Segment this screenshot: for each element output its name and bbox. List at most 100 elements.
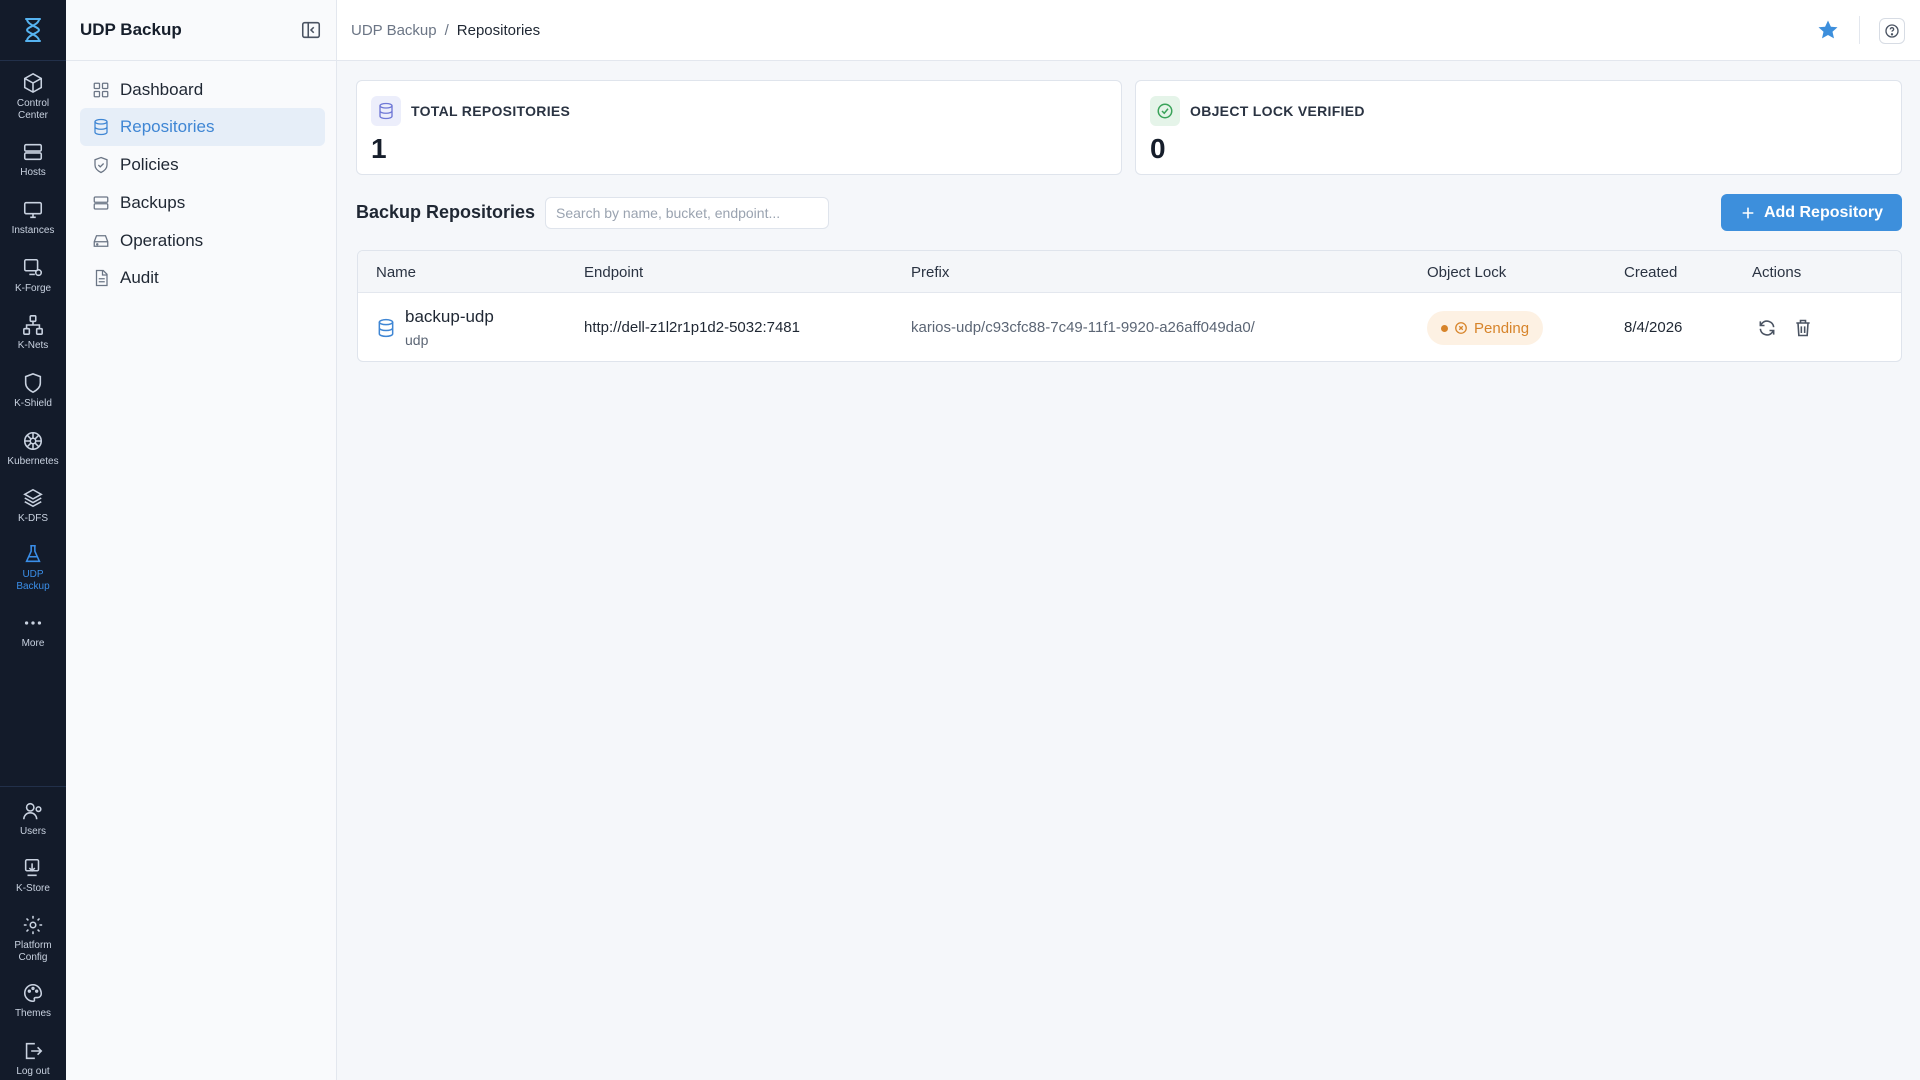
store-icon bbox=[24, 858, 40, 877]
search-input[interactable] bbox=[545, 197, 829, 229]
sidebar: UDP Backup Dashboard Repositories Polici… bbox=[66, 0, 337, 1080]
column-header-created[interactable]: Created bbox=[1624, 264, 1677, 281]
sidebar-item-repositories[interactable]: Repositories bbox=[80, 108, 325, 146]
breadcrumb-parent[interactable]: UDP Backup bbox=[351, 22, 437, 39]
topbar-divider bbox=[1859, 16, 1860, 44]
rail-label: K-Forge bbox=[14, 283, 52, 294]
repository-created: 8/4/2026 bbox=[1624, 319, 1683, 336]
hourglass-logo-icon bbox=[25, 18, 41, 42]
star-icon[interactable] bbox=[1816, 18, 1840, 42]
rail-label: Kubernetes bbox=[7, 456, 59, 467]
rail-item-instances[interactable]: Instances bbox=[0, 199, 66, 237]
rail-divider bbox=[0, 786, 66, 787]
card-label: TOTAL REPOSITORIES bbox=[411, 103, 571, 119]
rail-label: Instances bbox=[11, 225, 55, 236]
repository-bucket: udp bbox=[405, 332, 429, 348]
status-label: Pending bbox=[1474, 319, 1530, 337]
rail-item-users[interactable]: Users bbox=[0, 800, 66, 838]
users-icon bbox=[23, 802, 42, 820]
add-repository-button[interactable]: Add Repository bbox=[1721, 194, 1902, 231]
sidebar-item-label: Policies bbox=[120, 155, 179, 174]
column-header-prefix[interactable]: Prefix bbox=[911, 264, 949, 281]
breadcrumb-separator: / bbox=[444, 22, 449, 39]
repository-endpoint: http://dell-z1l2r1p1d2-5032:7481 bbox=[584, 319, 800, 336]
add-repository-label: Add Repository bbox=[1763, 203, 1884, 221]
rail-item-kubernetes[interactable]: Kubernetes bbox=[0, 430, 66, 468]
rail-label: K-DFS bbox=[18, 513, 48, 524]
sidebar-item-label: Audit bbox=[120, 268, 159, 287]
card-icon bbox=[1150, 96, 1180, 126]
help-icon bbox=[1885, 24, 1899, 38]
database-icon bbox=[378, 318, 394, 338]
app-logo[interactable] bbox=[0, 0, 66, 61]
helm-icon bbox=[23, 431, 43, 451]
object-lock-verified-card: OBJECT LOCK VERIFIED 0 bbox=[1135, 80, 1902, 175]
hard-drive-icon bbox=[93, 235, 109, 247]
rail-label: K-Nets bbox=[17, 340, 49, 351]
rail-item-log-out[interactable]: Log out bbox=[0, 1040, 66, 1078]
status-dot bbox=[1441, 324, 1448, 332]
sidebar-header: UDP Backup bbox=[66, 0, 337, 61]
sidebar-item-dashboard[interactable]: Dashboard bbox=[80, 71, 325, 109]
repositories-table: Name Endpoint Prefix Object Lock Created… bbox=[357, 250, 1902, 362]
object-lock-status-badge: Pending bbox=[1427, 311, 1544, 345]
sidebar-item-operations[interactable]: Operations bbox=[80, 222, 325, 260]
rail-label: K-Shield bbox=[14, 398, 52, 409]
forge-icon bbox=[23, 258, 43, 277]
rail-item-k-forge[interactable]: K-Forge bbox=[0, 257, 66, 295]
server-icon bbox=[93, 196, 109, 210]
rail-item-k-dfs[interactable]: K-DFS bbox=[0, 487, 66, 525]
sidebar-item-label: Operations bbox=[120, 231, 204, 250]
rail-item-k-store[interactable]: K-Store bbox=[0, 857, 66, 895]
card-value: 0 bbox=[1150, 133, 1166, 164]
rail-item-udp-backup[interactable]: UDP Backup bbox=[0, 543, 66, 593]
rail-item-k-nets[interactable]: K-Nets bbox=[0, 314, 66, 352]
rail-item-themes[interactable]: Themes bbox=[0, 982, 66, 1020]
card-value: 1 bbox=[371, 133, 387, 164]
top-bar: UDP Backup / Repositories bbox=[337, 0, 1920, 61]
shield-check-icon bbox=[94, 156, 108, 174]
flask-icon bbox=[25, 544, 41, 563]
refresh-icon[interactable] bbox=[1757, 318, 1777, 338]
rail-label: Hosts bbox=[20, 167, 46, 178]
section-title: Backup Repositories bbox=[356, 202, 536, 222]
dashboard-icon bbox=[93, 82, 109, 98]
column-header-name[interactable]: Name bbox=[376, 264, 416, 281]
sidebar-item-label: Dashboard bbox=[120, 80, 204, 99]
rail-item-control-center[interactable]: Control Center bbox=[0, 72, 66, 122]
sidebar-item-label: Backups bbox=[120, 193, 186, 212]
help-button[interactable] bbox=[1879, 18, 1905, 44]
plus-icon bbox=[1742, 207, 1754, 218]
check-circle-icon bbox=[1157, 103, 1173, 119]
trash-icon[interactable] bbox=[1793, 318, 1813, 338]
x-circle-icon bbox=[1455, 322, 1467, 334]
card-label: OBJECT LOCK VERIFIED bbox=[1190, 103, 1365, 119]
rail-label: Themes bbox=[14, 1008, 52, 1019]
more-icon bbox=[24, 621, 42, 625]
sidebar-item-policies[interactable]: Policies bbox=[80, 146, 325, 184]
column-header-endpoint[interactable]: Endpoint bbox=[584, 264, 643, 281]
palette-icon bbox=[24, 983, 43, 1003]
table-row[interactable]: backup-udp udp http://dell-z1l2r1p1d2-50… bbox=[358, 294, 1901, 361]
column-header-object-lock[interactable]: Object Lock bbox=[1427, 264, 1506, 281]
database-icon bbox=[94, 118, 108, 136]
repository-name[interactable]: backup-udp bbox=[405, 307, 494, 327]
app-rail: Control Center Hosts Instances K-Forge K… bbox=[0, 0, 66, 1080]
cube-icon bbox=[23, 72, 43, 94]
logout-icon bbox=[25, 1042, 43, 1060]
sidebar-item-audit[interactable]: Audit bbox=[80, 259, 325, 297]
rail-item-hosts[interactable]: Hosts bbox=[0, 141, 66, 179]
breadcrumb-current: Repositories bbox=[456, 22, 541, 39]
shield-icon bbox=[24, 373, 42, 394]
rail-item-more[interactable]: More bbox=[0, 612, 66, 650]
rail-label: Control Center bbox=[16, 98, 50, 121]
document-icon bbox=[95, 269, 108, 287]
rail-label: UDP Backup bbox=[16, 569, 50, 592]
column-header-actions: Actions bbox=[1752, 264, 1802, 281]
table-header: Name Endpoint Prefix Object Lock Created… bbox=[358, 251, 1901, 293]
rail-item-k-shield[interactable]: K-Shield bbox=[0, 372, 66, 410]
rail-item-platform-config[interactable]: Platform Config bbox=[0, 914, 66, 964]
network-icon bbox=[23, 315, 43, 335]
sidebar-collapse-icon[interactable] bbox=[300, 19, 322, 41]
sidebar-item-backups[interactable]: Backups bbox=[80, 184, 325, 222]
